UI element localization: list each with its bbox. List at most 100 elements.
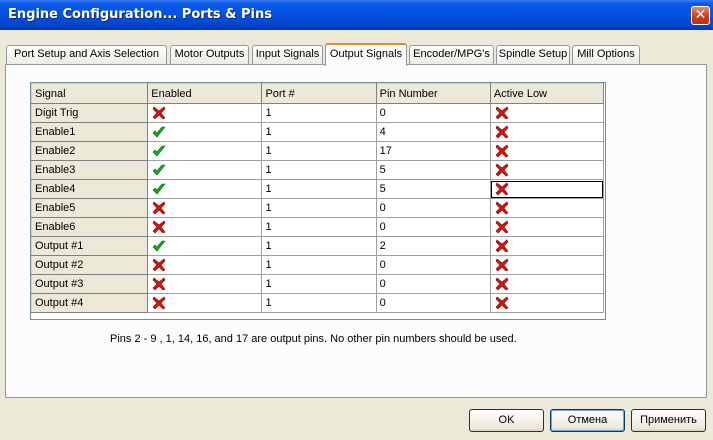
tab-encoder-mpg[interactable]: Encoder/MPG's (409, 45, 494, 64)
x-icon (152, 106, 166, 120)
x-icon (495, 163, 509, 177)
enabled-cell[interactable] (147, 217, 263, 237)
port-cell[interactable]: 1 (261, 122, 377, 142)
x-icon (495, 277, 509, 291)
active-low-cell[interactable] (489, 293, 605, 313)
column-header-pin-number[interactable]: Pin Number (375, 83, 491, 104)
port-cell[interactable]: 1 (261, 293, 377, 313)
enabled-cell[interactable] (147, 274, 263, 294)
enabled-cell[interactable] (147, 141, 263, 161)
table-row[interactable]: Output #4 1 0 (31, 293, 605, 313)
table-row[interactable]: Enable6 1 0 (31, 217, 605, 237)
port-cell[interactable]: 1 (261, 103, 377, 123)
port-cell[interactable]: 1 (261, 255, 377, 275)
window-title: Engine Configuration... Ports & Pins (8, 7, 272, 22)
port-cell[interactable]: 1 (261, 160, 377, 180)
tab-mill-options[interactable]: Mill Options (572, 45, 640, 64)
x-icon (152, 296, 166, 310)
pin-number-cell[interactable]: 0 (375, 217, 491, 237)
x-icon (152, 258, 166, 272)
enabled-cell[interactable] (147, 293, 263, 313)
active-low-cell[interactable] (489, 122, 605, 142)
signal-name-cell: Enable3 (31, 160, 149, 180)
column-header-active-low[interactable]: Active Low (489, 83, 605, 104)
table-row[interactable]: Output #2 1 0 (31, 255, 605, 275)
tab-spindle-setup[interactable]: Spindle Setup (496, 45, 570, 64)
enabled-cell[interactable] (147, 255, 263, 275)
pin-number-cell[interactable]: 5 (375, 179, 491, 199)
active-low-cell[interactable] (489, 236, 605, 256)
signals-table: Signal Enabled Port # Pin Number Active … (31, 83, 605, 313)
engine-config-window: Engine Configuration... Ports & Pins ✕ P… (0, 0, 713, 440)
pin-number-cell[interactable]: 0 (375, 103, 491, 123)
pin-number-cell[interactable]: 0 (375, 198, 491, 218)
signal-name-cell: Output #3 (31, 274, 149, 294)
port-cell[interactable]: 1 (261, 141, 377, 161)
pin-number-cell[interactable]: 0 (375, 293, 491, 313)
pin-number-cell[interactable]: 0 (375, 255, 491, 275)
signal-name-cell: Enable4 (31, 179, 149, 199)
table-row[interactable]: Output #1 1 2 (31, 236, 605, 256)
tab-input-signals[interactable]: Input Signals (252, 45, 323, 64)
pin-number-cell[interactable]: 0 (375, 274, 491, 294)
active-low-cell[interactable] (489, 255, 605, 275)
pin-number-cell[interactable]: 4 (375, 122, 491, 142)
port-cell[interactable]: 1 (261, 198, 377, 218)
check-icon (152, 144, 166, 158)
signal-name-cell: Enable6 (31, 217, 149, 237)
pin-number-cell[interactable]: 17 (375, 141, 491, 161)
enabled-cell[interactable] (147, 103, 263, 123)
table-body: Digit Trig 1 0 Enable1 1 4 Enable2 1 17 Enable3 1 5… (31, 103, 605, 313)
enabled-cell[interactable] (147, 236, 263, 256)
table-row[interactable]: Enable3 1 5 (31, 160, 605, 180)
enabled-cell[interactable] (147, 160, 263, 180)
table-row[interactable]: Enable5 1 0 (31, 198, 605, 218)
port-cell[interactable]: 1 (261, 274, 377, 294)
active-low-cell[interactable] (489, 160, 605, 180)
signal-name-cell: Output #4 (31, 293, 149, 313)
title-bar[interactable]: Engine Configuration... Ports & Pins ✕ (0, 0, 713, 30)
output-signals-grid[interactable]: Signal Enabled Port # Pin Number Active … (30, 82, 606, 320)
table-row[interactable]: Enable4 1 5 (31, 179, 605, 199)
active-low-cell[interactable] (489, 217, 605, 237)
x-icon (495, 239, 509, 253)
tab-motor-outputs[interactable]: Motor Outputs (170, 45, 249, 64)
x-icon (495, 106, 509, 120)
tab-port-setup[interactable]: Port Setup and Axis Selection (6, 45, 167, 64)
cancel-button[interactable]: Отмена (550, 409, 625, 432)
x-icon (495, 296, 509, 310)
enabled-cell[interactable] (147, 198, 263, 218)
table-row[interactable]: Output #3 1 0 (31, 274, 605, 294)
tab-output-signals[interactable]: Output Signals (325, 43, 407, 66)
pin-number-cell[interactable]: 2 (375, 236, 491, 256)
enabled-cell[interactable] (147, 122, 263, 142)
x-icon (152, 277, 166, 291)
active-low-cell[interactable] (489, 179, 605, 199)
close-button[interactable]: ✕ (691, 6, 710, 25)
column-header-enabled[interactable]: Enabled (147, 83, 263, 104)
active-low-cell[interactable] (489, 198, 605, 218)
apply-button[interactable]: Применить (631, 409, 706, 432)
x-icon (495, 258, 509, 272)
check-icon (152, 182, 166, 196)
table-row[interactable]: Enable2 1 17 (31, 141, 605, 161)
signal-name-cell: Output #2 (31, 255, 149, 275)
ok-button[interactable]: OK (469, 409, 544, 432)
active-low-cell[interactable] (489, 141, 605, 161)
column-header-port[interactable]: Port # (261, 83, 377, 104)
table-row[interactable]: Enable1 1 4 (31, 122, 605, 142)
check-icon (152, 163, 166, 177)
column-header-signal[interactable]: Signal (31, 83, 149, 104)
enabled-cell[interactable] (147, 179, 263, 199)
active-low-cell[interactable] (489, 103, 605, 123)
port-cell[interactable]: 1 (261, 236, 377, 256)
pin-number-cell[interactable]: 5 (375, 160, 491, 180)
table-row[interactable]: Digit Trig 1 0 (31, 103, 605, 123)
x-icon (495, 201, 509, 215)
active-low-cell[interactable] (489, 274, 605, 294)
x-icon (495, 220, 509, 234)
port-cell[interactable]: 1 (261, 217, 377, 237)
port-cell[interactable]: 1 (261, 179, 377, 199)
close-icon: ✕ (694, 7, 707, 23)
x-icon (495, 182, 509, 196)
